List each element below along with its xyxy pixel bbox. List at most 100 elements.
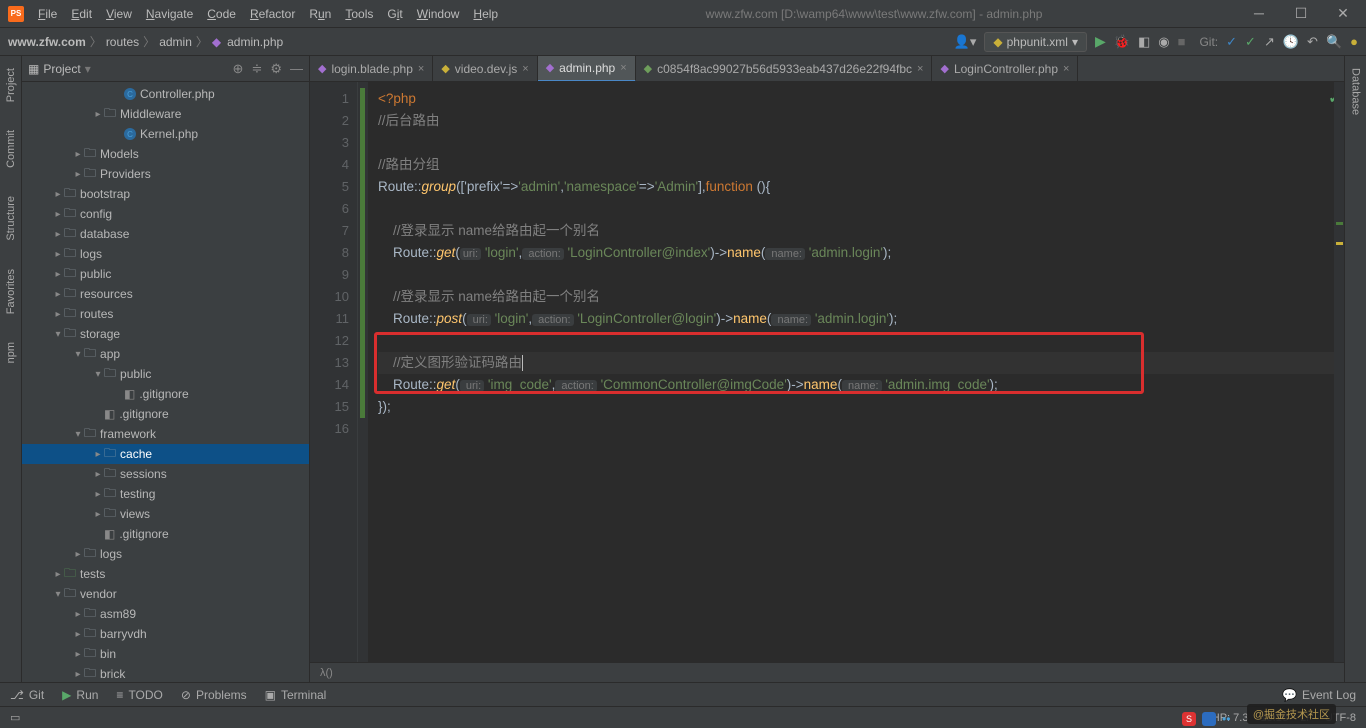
tree-node-controller-php[interactable]: CController.php [22,84,309,104]
close-icon[interactable]: × [522,63,528,75]
menu-run[interactable]: Run [303,5,337,23]
close-icon[interactable]: × [1063,63,1069,75]
tree-node-barryvdh[interactable]: ▸🗀barryvdh [22,624,309,644]
code-editor[interactable]: <?php //后台路由 //路由分组 Route::group(['prefi… [368,82,1344,662]
tree-node-bin[interactable]: ▸🗀bin [22,644,309,664]
tray-icon-2[interactable] [1202,712,1216,726]
run-button[interactable]: ▶ [1095,33,1106,50]
git-push-button[interactable]: ↗ [1264,34,1275,50]
crumb-project[interactable]: www.zfw.com [8,35,86,49]
tree-node-resources[interactable]: ▸🗀resources [22,284,309,304]
tree-node-kernel-php[interactable]: CKernel.php [22,124,309,144]
tab-c0854f8ac99027b56d5933eab437d26e22f94fbc[interactable]: ◆c0854f8ac99027b56d5933eab437d26e22f94fb… [636,56,933,82]
close-button[interactable]: ✕ [1328,5,1358,22]
git-update-button[interactable]: ✓ [1226,34,1237,50]
tab-logincontroller-php[interactable]: ◆LoginController.php× [932,56,1078,82]
run-config-dropdown[interactable]: ◆ phpunit.xml ▾ [984,32,1087,52]
crumb-file[interactable]: admin.php [227,35,283,49]
tree-node-bootstrap[interactable]: ▸🗀bootstrap [22,184,309,204]
tree-node-middleware[interactable]: ▸🗀Middleware [22,104,309,124]
menu-git[interactable]: Git [381,5,408,23]
tree-node-providers[interactable]: ▸🗀Providers [22,164,309,184]
project-tree[interactable]: CController.php▸🗀MiddlewareCKernel.php▸🗀… [22,82,309,682]
tool-problems[interactable]: ⊘Problems [181,688,247,702]
tree-node-logs[interactable]: ▸🗀logs [22,544,309,564]
tree-node-storage[interactable]: ▾🗀storage [22,324,309,344]
expand-icon[interactable]: ≑ [251,61,262,77]
rail-structure[interactable]: Structure [3,192,19,245]
tree-node-config[interactable]: ▸🗀config [22,204,309,224]
stop-button[interactable]: ■ [1178,34,1186,49]
tree-node-framework[interactable]: ▾🗀framework [22,424,309,444]
close-icon[interactable]: × [917,63,923,75]
tool-eventlog[interactable]: 💬Event Log [1282,688,1356,702]
editor-body: 12345678910111213141516 <?php //后台路由 //路… [310,82,1344,662]
rail-project[interactable]: Project [3,64,19,106]
tree-node--gitignore[interactable]: ◧.gitignore [22,384,309,404]
tree-node-tests[interactable]: ▸🗀tests [22,564,309,584]
quick-actions-icon[interactable]: ▭ [10,711,20,724]
navigation-bar: www.zfw.com〉 routes〉 admin〉 ◆ admin.php … [0,28,1366,56]
menu-code[interactable]: Code [201,5,242,23]
tree-node-public[interactable]: ▸🗀public [22,264,309,284]
maximize-button[interactable]: ☐ [1286,5,1316,22]
minimize-button[interactable]: ─ [1244,5,1274,22]
tree-node-asm89[interactable]: ▸🗀asm89 [22,604,309,624]
tree-node-cache[interactable]: ▸🗀cache [22,444,309,464]
tree-node--gitignore[interactable]: ◧.gitignore [22,524,309,544]
search-icon[interactable]: 🔍 [1326,34,1342,50]
tool-todo[interactable]: ≡TODO [116,688,162,702]
tab-login-blade-php[interactable]: ◆login.blade.php× [310,56,433,82]
menu-tools[interactable]: Tools [339,5,379,23]
coverage-button[interactable]: ◧ [1138,34,1150,50]
os-tray-icons: S •• [1182,712,1236,726]
git-history-button[interactable]: 🕓 [1283,34,1299,50]
line-gutter[interactable]: 12345678910111213141516 [310,82,358,662]
tool-terminal[interactable]: ▣Terminal [265,688,327,702]
profile-button[interactable]: ◉ [1158,34,1169,50]
menu-edit[interactable]: Edit [65,5,98,23]
git-commit-button[interactable]: ✓ [1245,34,1256,50]
error-stripe[interactable] [1334,82,1344,662]
tool-git[interactable]: ⎇Git [10,688,44,702]
tree-node-logs[interactable]: ▸🗀logs [22,244,309,264]
debug-button[interactable]: 🐞 [1114,34,1130,50]
tree-node-routes[interactable]: ▸🗀routes [22,304,309,324]
tray-icon-3[interactable]: •• [1222,712,1236,726]
tool-run[interactable]: ▶Run [62,688,98,702]
tree-node-vendor[interactable]: ▾🗀vendor [22,584,309,604]
ide-update-icon[interactable]: ● [1350,34,1358,49]
tab-video-dev-js[interactable]: ◆video.dev.js× [433,56,537,82]
gear-icon[interactable]: ⚙ [270,61,282,77]
rail-commit[interactable]: Commit [3,126,19,172]
rail-database[interactable]: Database [1348,64,1364,119]
rail-npm[interactable]: npm [3,338,19,367]
git-rollback-button[interactable]: ↶ [1307,34,1318,50]
menu-window[interactable]: Window [411,5,466,23]
close-icon[interactable]: × [620,62,626,74]
menu-file[interactable]: File [32,5,63,23]
tree-node-database[interactable]: ▸🗀database [22,224,309,244]
crumb-admin[interactable]: admin [159,35,192,49]
tree-node-brick[interactable]: ▸🗀brick [22,664,309,682]
tree-node-testing[interactable]: ▸🗀testing [22,484,309,504]
menu-view[interactable]: View [100,5,138,23]
eventlog-icon: 💬 [1282,688,1297,702]
hide-icon[interactable]: — [290,61,303,76]
tree-node-models[interactable]: ▸🗀Models [22,144,309,164]
tray-icon-1[interactable]: S [1182,712,1196,726]
crumb-routes[interactable]: routes [106,35,139,49]
locate-icon[interactable]: ⊕ [233,61,244,77]
tab-admin-php[interactable]: ◆admin.php× [538,56,636,82]
tree-node--gitignore[interactable]: ◧.gitignore [22,404,309,424]
menu-navigate[interactable]: Navigate [140,5,199,23]
user-icon[interactable]: 👤▾ [954,34,977,50]
menu-refactor[interactable]: Refactor [244,5,301,23]
tree-node-sessions[interactable]: ▸🗀sessions [22,464,309,484]
close-icon[interactable]: × [418,63,424,75]
menu-help[interactable]: Help [467,5,504,23]
tree-node-app[interactable]: ▾🗀app [22,344,309,364]
tree-node-views[interactable]: ▸🗀views [22,504,309,524]
rail-favorites[interactable]: Favorites [3,265,19,318]
tree-node-public[interactable]: ▾🗀public [22,364,309,384]
